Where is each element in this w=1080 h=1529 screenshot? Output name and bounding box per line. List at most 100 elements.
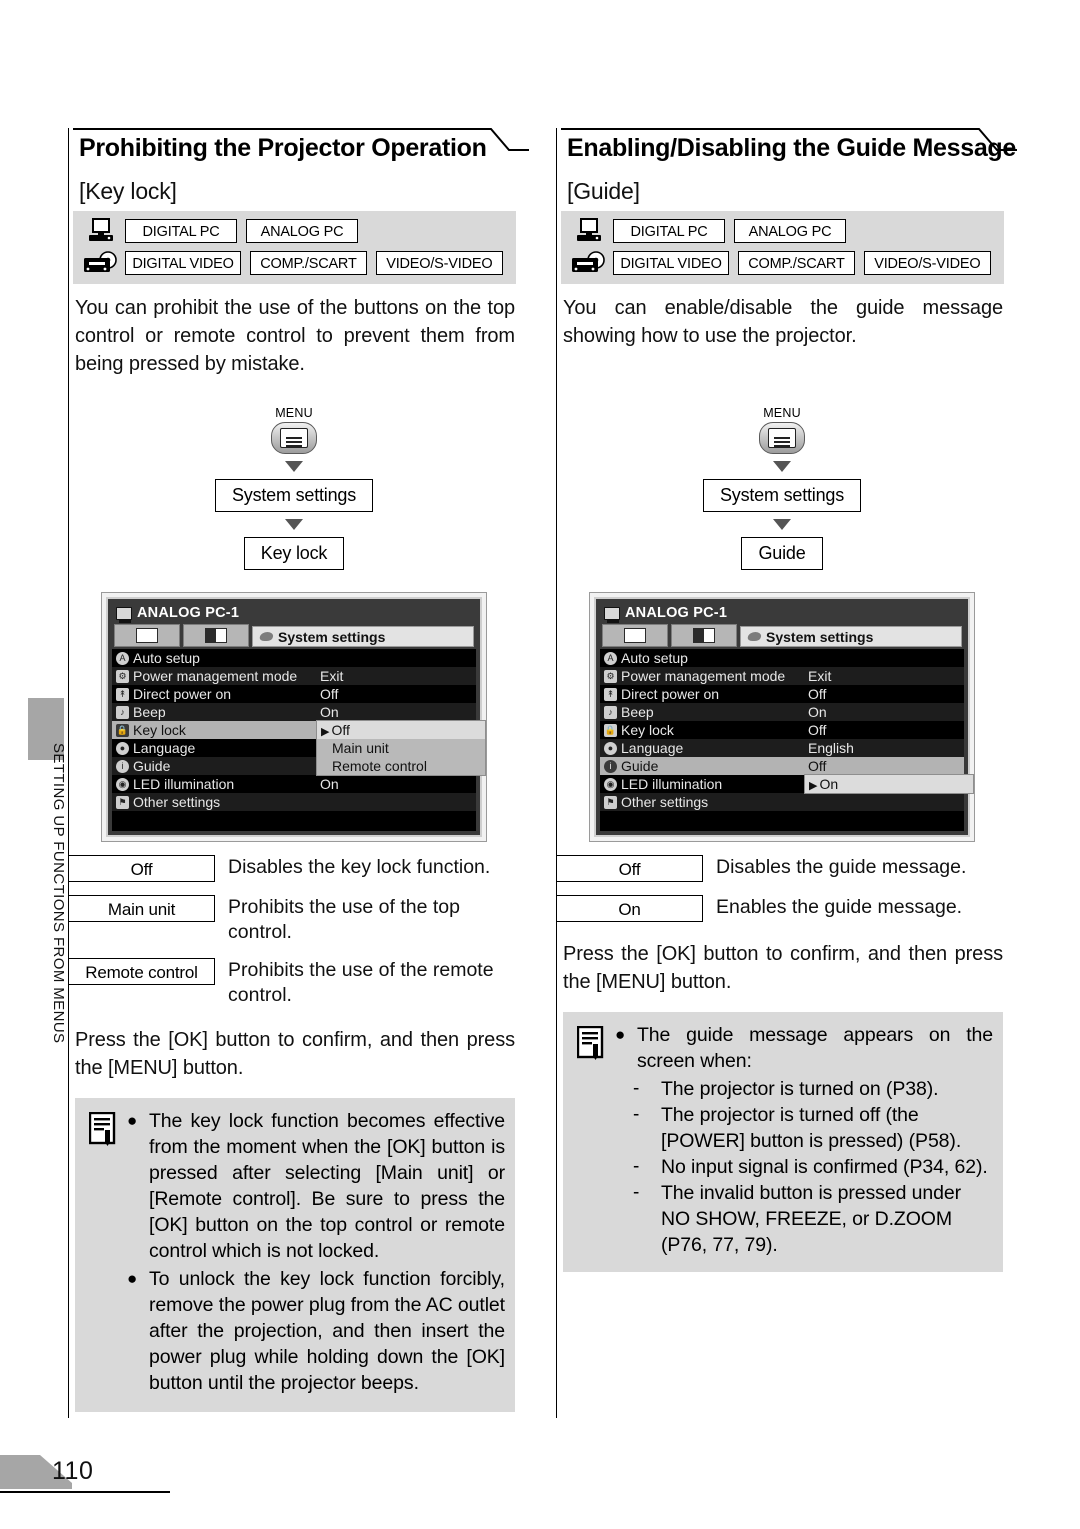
osd-tab-display[interactable] — [671, 624, 737, 647]
osd-row[interactable]: ♪ Beep On — [112, 703, 476, 721]
dropdown-option-remote-control[interactable]: Remote control — [317, 757, 485, 775]
osd-screenshot-key-lock: ANALOG PC-1 System settings A Auto setup — [101, 592, 487, 842]
osd-row[interactable]: ⚙ Power management mode Exit — [112, 667, 476, 685]
language-icon: ● — [116, 741, 129, 755]
osd-tab-system-settings[interactable]: System settings — [252, 626, 474, 647]
bullet-icon: ● — [615, 1025, 626, 1044]
osd-row[interactable]: 🔒 Key lock Off — [600, 721, 964, 739]
note-text: The guide message appears on the screen … — [637, 1024, 993, 1072]
osd-tab-display[interactable] — [183, 624, 249, 647]
option-row: Off Disables the key lock function. — [68, 855, 520, 882]
osd-row[interactable]: ⚑ Other settings — [600, 793, 964, 811]
option-desc: Disables the key lock function. — [228, 856, 491, 878]
osd-row-value: Exit — [320, 668, 344, 684]
flow-step-system-settings: System settings — [214, 479, 374, 512]
note-sub-item: - The projector is turned on (P38). — [633, 1076, 993, 1102]
osd-row-label: Other settings — [133, 794, 221, 810]
osd-row-value: English — [808, 740, 854, 756]
option-row: On Enables the guide message. — [556, 895, 1008, 922]
option-desc: Prohibits the use of the top control. — [228, 896, 460, 943]
osd-row-label: Beep — [621, 704, 654, 720]
flow-step-system-settings: System settings — [702, 479, 862, 512]
osd-title-bar: ANALOG PC-1 — [112, 603, 476, 624]
note-memo-icon — [569, 1022, 615, 1258]
option-value-off: Off — [556, 855, 703, 882]
dropdown-option-label: Main unit — [332, 740, 389, 756]
osd-row[interactable]: ♪ Beep On — [600, 703, 964, 721]
flow-step-guide: Guide — [741, 537, 823, 570]
video-player-icon — [565, 251, 613, 275]
language-icon: ● — [604, 741, 617, 755]
confirm-instruction: Press the [OK] button to confirm, and th… — [563, 943, 1003, 993]
caret-icon: ▶ — [321, 726, 330, 738]
guide-info-icon: i — [116, 759, 129, 773]
dropdown-option-main-unit[interactable]: Main unit — [317, 739, 485, 757]
osd-row-label: Auto setup — [133, 650, 200, 666]
osd-dropdown-key-lock[interactable]: ▶ Off Main unit Remote control — [317, 721, 485, 775]
direct-power-icon: ↟ — [604, 687, 617, 701]
page-title: Prohibiting the Projector Operation — [79, 134, 487, 162]
osd-row-value: Off — [808, 686, 827, 702]
section-tab-label: SETTING UP FUNCTIONS FROM MENUS — [50, 743, 67, 1044]
menu-lines-icon — [768, 428, 796, 448]
input-type-band: DIGITAL PC ANALOG PC DIGITAL VIDEO COMP.… — [73, 211, 516, 284]
osd-row-label: Direct power on — [621, 686, 720, 702]
video-player-icon — [77, 251, 125, 275]
chip-comp-scart: COMP./SCART — [738, 251, 855, 275]
chip-video-s-video: VIDEO/S-VIDEO — [863, 251, 992, 275]
band-row-pc: DIGITAL PC ANALOG PC — [565, 217, 1000, 245]
dash-icon: - — [633, 1104, 640, 1125]
osd-tab-image[interactable] — [602, 624, 668, 647]
chip-digital-pc: DIGITAL PC — [125, 219, 237, 243]
input-type-band: DIGITAL PC ANALOG PC DIGITAL VIDEO COMP.… — [561, 211, 1004, 284]
osd-row[interactable]: A Auto setup — [112, 649, 476, 667]
osd-row[interactable]: ● Language English — [600, 739, 964, 757]
note-sub-text: The projector is turned on (P38). — [661, 1078, 939, 1100]
chip-analog-pc: ANALOG PC — [734, 219, 846, 243]
flow-arrow-icon — [285, 461, 303, 472]
note-sub-item: - No input signal is confirmed (P34, 62)… — [633, 1154, 993, 1180]
osd-row-selected[interactable]: i Guide Off — [600, 757, 964, 775]
note-sub-item: - The projector is turned off (the [POWE… — [633, 1102, 993, 1154]
osd-row-value: On — [320, 776, 339, 792]
menu-button-caption: MENU — [763, 406, 801, 420]
guide-info-icon: i — [604, 759, 617, 773]
band-row-pc: DIGITAL PC ANALOG PC — [77, 217, 512, 245]
column-rule — [556, 128, 557, 1418]
osd-row[interactable]: ↟ Direct power on Off — [600, 685, 964, 703]
note-box: ● The key lock function becomes effectiv… — [75, 1098, 515, 1412]
flow-step-key-lock: Key lock — [243, 537, 345, 570]
osd-row[interactable]: A Auto setup — [600, 649, 964, 667]
osd-row-label: LED illumination — [621, 776, 723, 792]
osd-row-label: Language — [621, 740, 684, 756]
osd-row-value: Exit — [808, 668, 832, 684]
display-icon — [604, 606, 620, 623]
osd-row-label: Power management mode — [133, 668, 298, 684]
osd-row-value: Off — [808, 758, 827, 774]
osd-row[interactable]: ⚙ Power management mode Exit — [600, 667, 964, 685]
page-subtitle: [Guide] — [567, 178, 640, 204]
osd-tab-image[interactable] — [114, 624, 180, 647]
osd-menu-list: A Auto setup ⚙ Power management mode Exit … — [600, 649, 973, 831]
band-row-video: DIGITAL VIDEO COMP./SCART VIDEO/S-VIDEO — [77, 249, 512, 277]
dash-icon: - — [633, 1156, 640, 1177]
heading-rule — [561, 128, 961, 130]
other-settings-icon: ⚑ — [604, 795, 617, 809]
dash-icon: - — [633, 1078, 640, 1099]
heading-rule — [73, 128, 473, 130]
screen-icon — [136, 628, 158, 643]
chip-comp-scart: COMP./SCART — [250, 251, 367, 275]
osd-tab-system-settings[interactable]: System settings — [740, 626, 962, 647]
osd-row[interactable]: ⚑ Other settings — [112, 793, 476, 811]
osd-row-label: Key lock — [621, 722, 674, 738]
osd-row[interactable]: ◉ LED illumination On — [112, 775, 476, 793]
dropdown-option-on[interactable]: ▶ On — [805, 775, 973, 793]
osd-row-label: Guide — [133, 758, 171, 774]
intro-paragraph: You can prohibit the use of the buttons … — [75, 297, 515, 375]
note-sub-text: The invalid button is pressed under NO S… — [661, 1182, 962, 1256]
flow-arrow-icon — [773, 519, 791, 530]
osd-row[interactable]: ↟ Direct power on Off — [112, 685, 476, 703]
osd-row-label: Power management mode — [621, 668, 786, 684]
dropdown-option-off[interactable]: ▶ Off — [317, 721, 485, 739]
osd-dropdown-led[interactable]: ▶ On — [805, 775, 973, 793]
